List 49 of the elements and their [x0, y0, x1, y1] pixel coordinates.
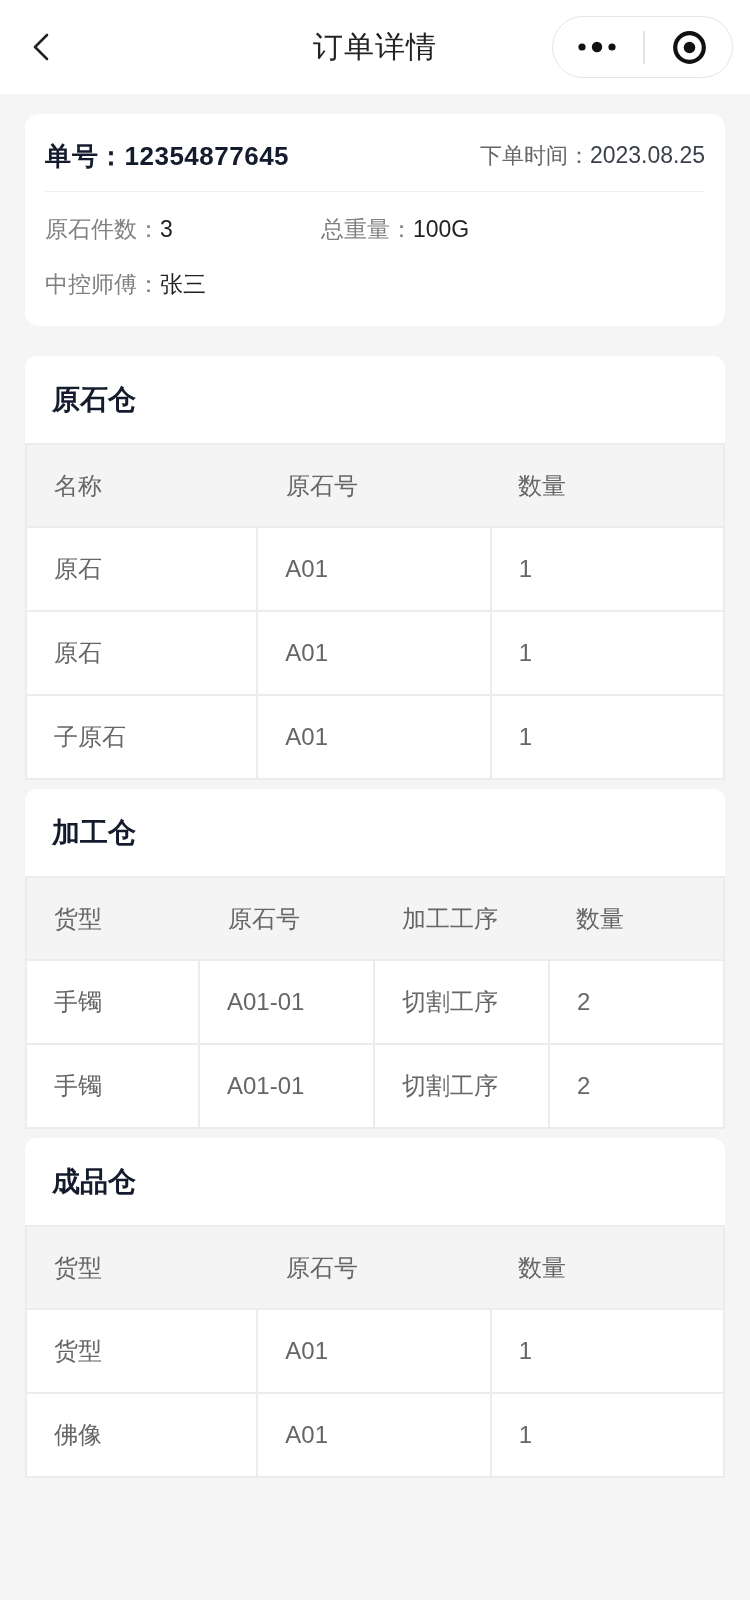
table-cell: 1 — [491, 612, 725, 696]
table-cell: A01 — [258, 528, 492, 612]
table-cell: A01 — [258, 696, 492, 780]
field-value: 张三 — [160, 269, 206, 299]
section-title: 成品仓 — [51, 1164, 137, 1199]
table-cell: A01 — [258, 612, 492, 696]
order-time-value: 2023.08.25 — [589, 142, 705, 169]
table-cell: 子原石 — [25, 696, 259, 780]
column-header: 数量 — [517, 470, 567, 501]
table-cell: 切割工序 — [375, 1045, 550, 1129]
table-cell: A01 — [258, 1394, 492, 1478]
table-cell: 佛像 — [25, 1394, 259, 1478]
column-header: 数量 — [517, 1252, 567, 1283]
column-header: 名称 — [53, 470, 103, 501]
field-value: 3 — [160, 215, 173, 243]
table-cell: 原石 — [25, 612, 259, 696]
table-cell: 2 — [550, 1045, 725, 1129]
table-cell: 1 — [491, 528, 725, 612]
field-value: 100G — [413, 215, 470, 243]
page-title: 订单详情 — [313, 28, 437, 65]
table-cell: 2 — [550, 961, 725, 1045]
field-label: 总重量： — [321, 214, 413, 244]
column-header: 原石号 — [285, 1252, 359, 1283]
table-cell: 原石 — [25, 528, 259, 612]
section-title: 原石仓 — [51, 382, 137, 417]
section-title: 加工仓 — [50, 815, 137, 850]
column-header: 货型 — [53, 1252, 103, 1283]
table-cell: 货型 — [25, 1310, 259, 1394]
field-label: 原石件数： — [45, 214, 160, 244]
table-cell: 手镯 — [25, 961, 200, 1045]
order-time-label: 下单时间： — [479, 142, 590, 170]
target-icon[interactable] — [673, 30, 706, 64]
table-cell: A01 — [258, 1310, 492, 1394]
more-icon[interactable] — [578, 41, 616, 53]
column-header: 加工工序 — [401, 903, 499, 934]
back-icon[interactable] — [32, 33, 50, 61]
table-cell: 1 — [491, 1310, 725, 1394]
column-header: 数量 — [575, 903, 625, 934]
table-cell: 1 — [491, 1394, 725, 1478]
column-header: 货型 — [53, 903, 103, 934]
table-cell: 手镯 — [25, 1045, 200, 1129]
table-cell: 1 — [491, 696, 725, 780]
column-header: 原石号 — [285, 470, 359, 501]
table-cell: A01-01 — [200, 961, 375, 1045]
column-header: 原石号 — [227, 903, 301, 934]
table-cell: 切割工序 — [375, 961, 550, 1045]
order-number: 单号：12354877645 — [45, 139, 290, 173]
table-cell: A01-01 — [200, 1045, 375, 1129]
field-label: 中控师傅： — [45, 269, 160, 299]
